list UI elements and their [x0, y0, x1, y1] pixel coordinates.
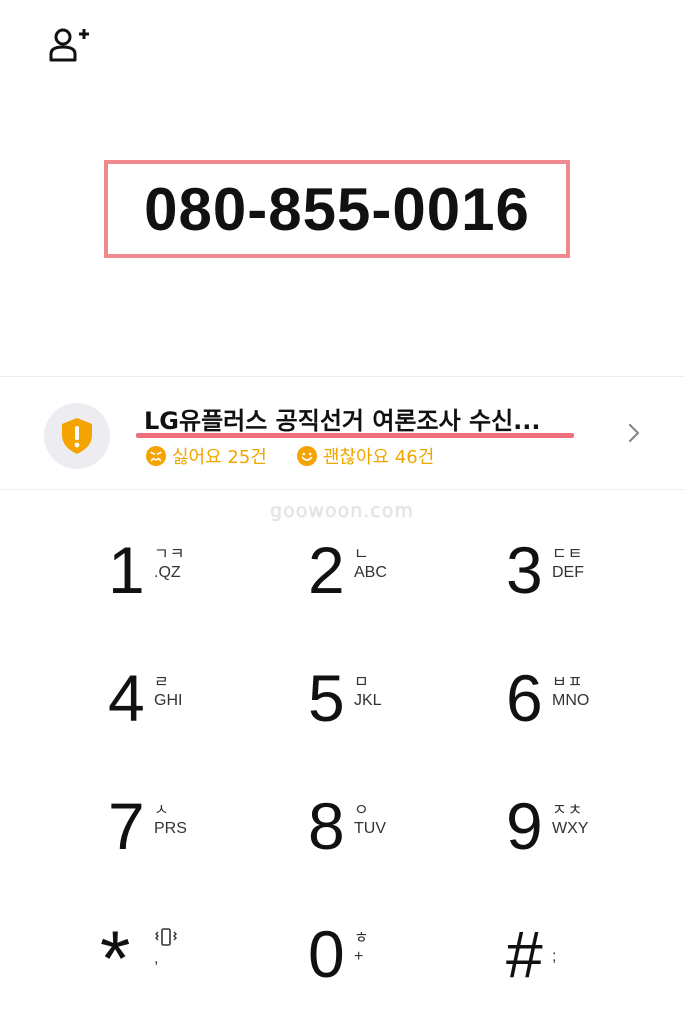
key-digit: 0	[308, 917, 345, 991]
key-hangul: ㄴ	[354, 544, 370, 563]
key-letters: ,	[154, 950, 159, 967]
key-digit: *	[100, 914, 131, 1002]
caller-avatar	[44, 403, 110, 469]
key-5[interactable]: 5 ㅁ JKL	[308, 658, 508, 758]
key-9[interactable]: 9 ㅈㅊ WXY	[506, 786, 684, 886]
chevron-right-icon[interactable]	[624, 421, 644, 445]
key-digit: 6	[506, 661, 543, 735]
key-digit: 3	[506, 533, 543, 607]
watermark: goowoon.com	[270, 500, 414, 522]
key-0[interactable]: 0 ㅎ +	[308, 914, 508, 1014]
key-letters: JKL	[354, 692, 382, 709]
key-digit: 9	[506, 789, 543, 863]
dislike-rating: 싫어요 25건	[146, 443, 267, 469]
key-hangul: ㅂㅍ	[552, 672, 584, 691]
shield-warning-icon	[62, 418, 92, 454]
caller-name-highlight	[136, 433, 574, 438]
key-letters: TUV	[354, 820, 386, 837]
key-digit: 7	[108, 789, 145, 863]
key-4[interactable]: 4 ㄹ GHI	[108, 658, 308, 758]
key-digit: 5	[308, 661, 345, 735]
key-digit: 1	[108, 533, 145, 607]
key-digit: 2	[308, 533, 345, 607]
key-2[interactable]: 2 ㄴ ABC	[308, 530, 508, 630]
key-hangul: ㅁ	[354, 672, 370, 691]
key-letters: .QZ	[154, 564, 181, 581]
caller-ratings: 싫어요 25건 괜찮아요 46건	[146, 443, 434, 469]
key-letters: ;	[552, 948, 557, 965]
vibrate-icon	[155, 928, 177, 946]
key-hash[interactable]: # ;	[506, 914, 684, 1014]
dialed-number[interactable]: 080-855-0016	[144, 175, 530, 244]
key-1[interactable]: 1 ㄱㅋ .QZ	[108, 530, 308, 630]
key-letters: MNO	[552, 692, 590, 709]
key-hangul: ㄹ	[154, 672, 170, 691]
key-7[interactable]: 7 ㅅ PRS	[108, 786, 308, 886]
key-letters: +	[354, 948, 364, 965]
key-hangul: ㅈㅊ	[552, 800, 584, 819]
dislike-label: 싫어요 25건	[172, 447, 267, 468]
key-star[interactable]: * ,	[100, 916, 300, 1016]
key-digit: 4	[108, 661, 145, 735]
key-8[interactable]: 8 ㅇ TUV	[308, 786, 508, 886]
key-hangul: ㅅ	[154, 800, 170, 819]
dialed-number-highlight: 080-855-0016	[104, 160, 570, 258]
key-letters: WXY	[552, 820, 589, 837]
key-letters: ABC	[354, 564, 387, 581]
key-digit: 8	[308, 789, 345, 863]
key-hangul: ㄱㅋ	[154, 544, 186, 563]
key-6[interactable]: 6 ㅂㅍ MNO	[506, 658, 684, 758]
key-hangul: ㅎ	[354, 928, 370, 947]
key-3[interactable]: 3 ㄷㅌ DEF	[506, 530, 684, 630]
key-letters: DEF	[552, 564, 584, 581]
key-hangul: ㅇ	[354, 800, 370, 819]
angry-face-icon	[146, 446, 166, 466]
key-letters: PRS	[154, 820, 187, 837]
caller-info-card[interactable]: LG유플러스 공직선거 여론조사 수신... 싫어요 25건 괜찮아요 46건	[0, 376, 684, 490]
key-digit: #	[506, 917, 543, 991]
add-contact-icon[interactable]	[48, 26, 92, 66]
caller-name: LG유플러스 공직선거 여론조사 수신...	[144, 407, 541, 435]
smile-face-icon	[296, 446, 317, 466]
like-label: 괜찮아요 46건	[322, 447, 435, 468]
key-hangul: ㄷㅌ	[552, 544, 584, 563]
key-letters: GHI	[154, 692, 183, 709]
like-rating: 괜찮아요 46건	[296, 443, 435, 469]
